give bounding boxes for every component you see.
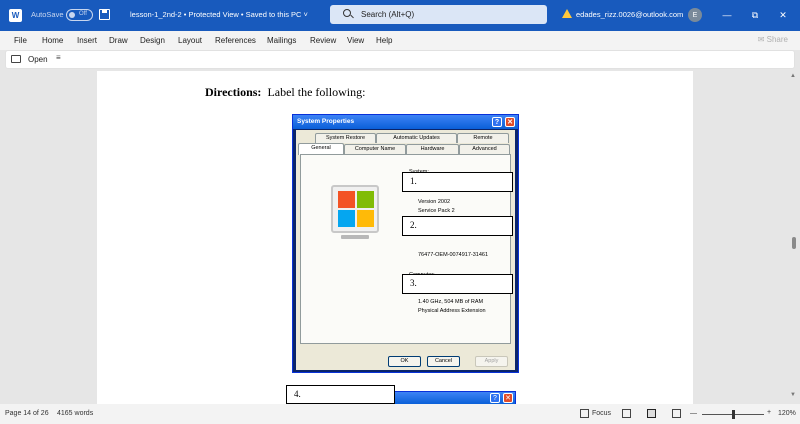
tab-mailings[interactable]: Mailings — [267, 36, 296, 45]
monitor-stand — [341, 235, 369, 239]
xp-dialog-title: System Properties — [297, 118, 355, 125]
warning-icon[interactable] — [562, 9, 572, 18]
tab-remote: Remote — [457, 133, 509, 143]
search-box[interactable]: Search (Alt+Q) — [330, 5, 547, 24]
ribbon-tabs: File Home Insert Draw Design Layout Refe… — [0, 31, 800, 50]
tab-system-restore: System Restore — [315, 133, 376, 143]
web-layout-icon[interactable] — [672, 409, 681, 418]
restore-button[interactable]: ⧉ — [748, 8, 762, 22]
close-button[interactable]: ✕ — [776, 8, 790, 22]
service-pack-text: Service Pack 2 — [418, 208, 455, 214]
directions-label: Directions: — [205, 85, 262, 99]
minimize-button[interactable]: — — [720, 8, 734, 22]
tab-insert[interactable]: Insert — [77, 36, 97, 45]
product-id-text: 76477-OEM-0074917-31461 — [418, 252, 489, 258]
version-text: Version 2002 — [418, 199, 451, 205]
tab-hardware: Hardware — [406, 144, 459, 154]
ok-button-image: OK — [388, 356, 421, 367]
tab-home[interactable]: Home — [42, 36, 63, 45]
xp-titlebar: System Properties ? ✕ — [293, 115, 518, 129]
document-title[interactable]: lesson-1_2nd-2 • Protected View • Saved … — [130, 10, 308, 19]
vertical-scrollbar-thumb[interactable] — [792, 237, 796, 249]
more-options-icon[interactable]: ≡ — [56, 53, 61, 62]
close-icon: ✕ — [505, 117, 515, 127]
second-dialog-titlebar-image: ? ✕ — [394, 391, 516, 404]
focus-icon[interactable] — [580, 409, 589, 418]
apply-button-image: Apply — [475, 356, 508, 367]
zoom-in-button[interactable]: + — [767, 409, 771, 416]
cancel-button-image: Cancel — [427, 356, 460, 367]
tab-view[interactable]: View — [347, 36, 364, 45]
help-icon: ? — [490, 393, 500, 403]
page-count[interactable]: Page 14 of 26 — [5, 410, 49, 417]
tab-file[interactable]: File — [14, 36, 27, 45]
autosave-label: AutoSave — [31, 10, 64, 19]
cpu-ram-text: 1.40 GHz, 504 MB of RAM — [418, 299, 484, 305]
open-button[interactable]: Open — [28, 55, 48, 64]
read-mode-icon[interactable] — [622, 409, 631, 418]
label-box-3: 3. — [402, 274, 513, 294]
scroll-down-icon[interactable]: ▼ — [790, 392, 796, 398]
tab-references[interactable]: References — [215, 36, 256, 45]
avatar[interactable]: E — [688, 8, 702, 22]
focus-button[interactable]: Focus — [592, 410, 611, 417]
protected-view-toolbar: Open ≡ — [5, 50, 795, 69]
directions-text: Label the following: — [267, 85, 366, 99]
help-icon: ? — [492, 117, 502, 127]
pae-text: Physical Address Extension — [418, 308, 486, 314]
word-count[interactable]: 4165 words — [57, 410, 93, 417]
tab-automatic-updates: Automatic Updates — [376, 133, 457, 143]
status-bar: Page 14 of 26 4165 words Focus — + 120% — [0, 404, 800, 424]
directions-line: Directions: Label the following: — [205, 85, 365, 100]
tab-draw[interactable]: Draw — [109, 36, 128, 45]
share-label: Share — [766, 35, 788, 44]
zoom-level[interactable]: 120% — [778, 410, 796, 417]
save-icon[interactable] — [99, 9, 110, 20]
user-email[interactable]: edades_rizz.0026@outlook.com — [576, 10, 683, 19]
label-box-2: 2. — [402, 216, 513, 236]
system-properties-image: System Properties ? ✕ System Restore Aut… — [292, 114, 519, 373]
word-app-icon: W — [9, 9, 22, 22]
title-bar: W AutoSave Off lesson-1_2nd-2 • Protecte… — [0, 0, 800, 31]
label-box-4: 4. — [286, 385, 395, 404]
search-icon — [343, 9, 351, 17]
document-area: Directions: Label the following: System … — [0, 71, 800, 404]
search-placeholder: Search (Alt+Q) — [361, 10, 415, 19]
tab-review[interactable]: Review — [310, 36, 336, 45]
tab-computer-name: Computer Name — [344, 144, 406, 154]
document-page: Directions: Label the following: System … — [97, 71, 693, 404]
autosave-state: Off — [79, 11, 87, 17]
tab-design[interactable]: Design — [140, 36, 165, 45]
toggle-knob — [69, 12, 75, 18]
zoom-slider-thumb[interactable] — [732, 410, 735, 419]
share-button[interactable]: ✉ Share — [758, 35, 788, 44]
print-layout-icon[interactable] — [647, 409, 656, 418]
autosave-toggle[interactable]: Off — [66, 9, 93, 21]
scroll-up-icon[interactable]: ▲ — [790, 73, 796, 79]
xp-dialog-body: System Restore Automatic Updates Remote … — [296, 130, 515, 370]
tab-help[interactable]: Help — [376, 36, 392, 45]
folder-open-icon — [11, 55, 21, 63]
windows-logo-icon — [338, 191, 374, 227]
tab-advanced: Advanced — [459, 144, 510, 154]
label-box-1: 1. — [402, 172, 513, 192]
tab-layout[interactable]: Layout — [178, 36, 202, 45]
zoom-out-button[interactable]: — — [690, 410, 697, 417]
close-icon: ✕ — [503, 393, 513, 403]
